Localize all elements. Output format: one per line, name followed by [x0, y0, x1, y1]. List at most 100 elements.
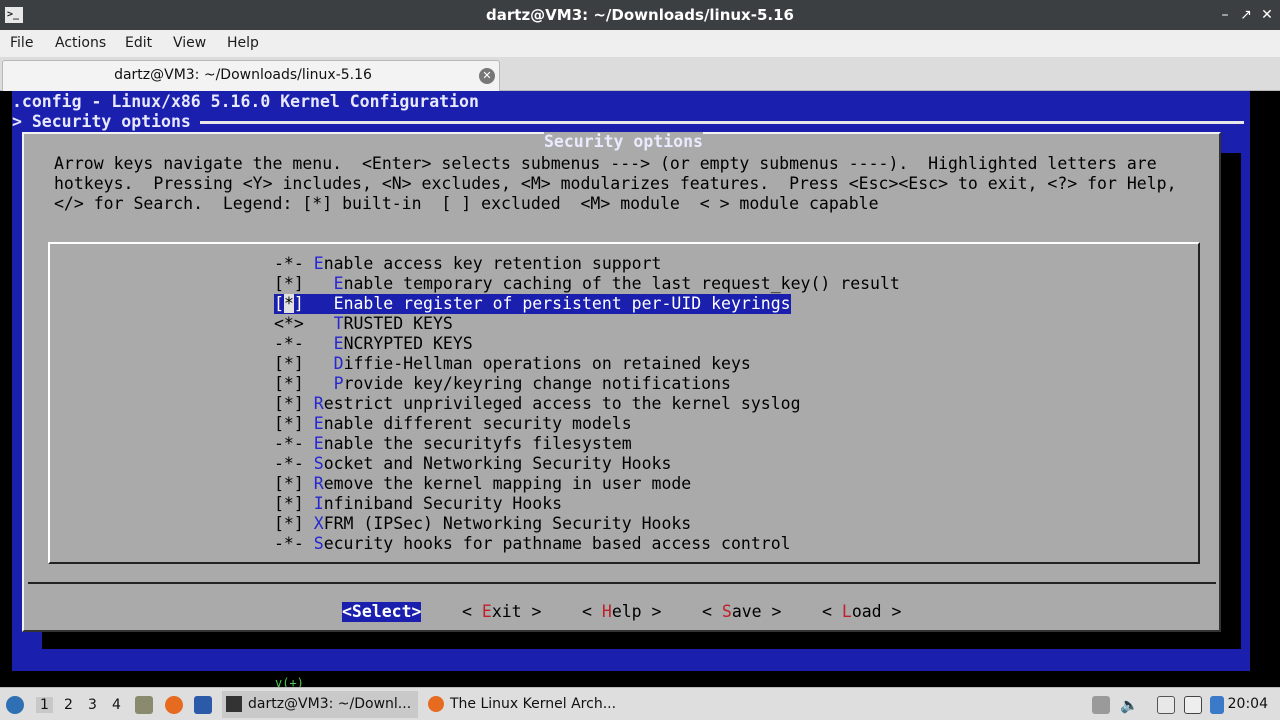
menu-list: -*- Enable access key retention support[…	[48, 242, 1200, 690]
item-hotkey: E	[333, 294, 344, 313]
firefox-task-icon	[428, 696, 444, 712]
menu-view[interactable]: View	[173, 35, 206, 51]
select-button[interactable]: <Select>	[342, 602, 422, 622]
item-hotkey: D	[333, 354, 344, 373]
minimize-icon[interactable]: –	[1216, 6, 1234, 24]
task-terminal[interactable]: dartz@VM3: ~/Downl...	[222, 691, 418, 718]
item-hotkey: P	[333, 374, 344, 393]
item-hotkey: I	[313, 494, 324, 513]
item-label: ocket and Networking Security Hooks	[323, 454, 672, 473]
item-state: [*]	[274, 274, 304, 293]
item-state: [*]	[274, 414, 304, 433]
item-label: nable different security models	[323, 414, 632, 433]
item-state: -*-	[274, 254, 304, 273]
menu-item[interactable]: -*- Enable access key retention support	[274, 254, 661, 274]
load-button[interactable]: < Load >	[822, 602, 902, 622]
item-hotkey: E	[313, 414, 324, 433]
item-label: nfiniband Security Hooks	[323, 494, 563, 513]
item-state: [*]	[274, 374, 304, 393]
menu-item[interactable]: -*- ENCRYPTED KEYS	[274, 334, 473, 354]
menu-item[interactable]: [*] Enable different security models	[274, 414, 632, 434]
terminal-area[interactable]: .config - Linux/x86 5.16.0 Kernel Config…	[0, 91, 1280, 690]
maximize-icon[interactable]: ↗	[1237, 6, 1255, 24]
item-label: rovide key/keyring change notifications	[343, 374, 731, 393]
start-menu-icon[interactable]	[6, 696, 24, 714]
tab-terminal[interactable]: dartz@VM3: ~/Downloads/linux-5.16 ✕	[2, 60, 500, 91]
clock: 20:04	[1227, 696, 1268, 712]
item-label: nable access key retention support	[323, 254, 662, 273]
item-state: -*-	[274, 534, 304, 553]
volume-icon[interactable]: 🔈	[1120, 696, 1139, 714]
breadcrumb: > Security options	[12, 112, 191, 131]
item-label: NCRYPTED KEYS	[343, 334, 473, 353]
item-state: -*-	[274, 454, 304, 473]
header-rule	[200, 121, 1244, 124]
desktop-icon[interactable]	[194, 696, 212, 714]
menu-item[interactable]: -*- Socket and Networking Security Hooks	[274, 454, 671, 474]
item-label: nable the securityfs filesystem	[323, 434, 632, 453]
dialog-shadow-bottom	[42, 632, 1241, 649]
terminal-task-icon	[226, 696, 242, 712]
menu-help[interactable]: Help	[227, 35, 259, 51]
menu-item[interactable]: [*] Restrict unprivileged access to the …	[274, 394, 801, 414]
item-state: -*-	[274, 334, 304, 353]
workspace-1[interactable]: 1	[36, 697, 53, 713]
item-hotkey: E	[313, 254, 324, 273]
button-separator	[28, 582, 1216, 584]
dialog-title: Security options	[544, 132, 703, 152]
dialog-shadow-right	[1221, 153, 1241, 649]
security-options-dialog: Security options Arrow keys navigate the…	[22, 132, 1221, 690]
item-label: FRM (IPSec) Networking Security Hooks	[323, 514, 692, 533]
item-label: iffie-Hellman operations on retained key…	[343, 354, 751, 373]
clipboard-icon[interactable]	[1157, 696, 1175, 714]
tab-bar: dartz@VM3: ~/Downloads/linux-5.16 ✕	[0, 57, 1280, 91]
help-text-line: hotkeys. Pressing <Y> includes, <N> excl…	[54, 174, 1177, 193]
tab-close-icon[interactable]: ✕	[479, 68, 495, 84]
workspace-2[interactable]: 2	[64, 697, 73, 713]
menubar: File Actions Edit View Help	[0, 30, 1280, 57]
menu-actions[interactable]: Actions	[55, 35, 106, 51]
item-hotkey: T	[333, 314, 344, 333]
menu-item[interactable]: [*] Infiniband Security Hooks	[274, 494, 562, 514]
menu-item[interactable]: [*] XFRM (IPSec) Networking Security Hoo…	[274, 514, 691, 534]
window-titlebar[interactable]: >_ dartz@VM3: ~/Downloads/linux-5.16 – ↗…	[0, 0, 1280, 30]
item-state: [*]	[274, 514, 304, 533]
item-label: nable register of persistent per-UID key…	[343, 294, 791, 313]
workspace-3[interactable]: 3	[88, 697, 97, 713]
close-icon[interactable]: ✕	[1258, 6, 1276, 24]
menu-item[interactable]: [*] Remove the kernel mapping in user mo…	[274, 474, 691, 494]
item-hotkey: X	[313, 514, 324, 533]
item-state: -*-	[274, 434, 304, 453]
menu-item[interactable]: -*- Enable the securityfs filesystem	[274, 434, 632, 454]
item-hotkey: E	[333, 274, 344, 293]
workspace-4[interactable]: 4	[112, 697, 121, 713]
menu-item[interactable]: [*] Diffie-Hellman operations on retaine…	[274, 354, 751, 374]
config-header: .config - Linux/x86 5.16.0 Kernel Config…	[12, 92, 479, 111]
item-label: estrict unprivileged access to the kerne…	[323, 394, 801, 413]
menu-item[interactable]: [*] Enable temporary caching of the last…	[274, 274, 900, 294]
exit-button[interactable]: < Exit >	[462, 602, 542, 622]
button-row: <Select> < Exit > < Help > < Save > < Lo…	[24, 602, 1219, 626]
menu-item[interactable]: <*> TRUSTED KEYS	[274, 314, 453, 334]
menu-item-selected[interactable]: [*] Enable register of persistent per-UI…	[274, 294, 791, 314]
updates-icon[interactable]	[1210, 696, 1224, 714]
save-button[interactable]: < Save >	[702, 602, 782, 622]
item-state: [*]	[274, 394, 304, 413]
item-hotkey: S	[313, 534, 324, 553]
taskbar: 1 2 3 4 dartz@VM3: ~/Downl... The Linux …	[0, 687, 1280, 720]
menu-item[interactable]: -*- Security hooks for pathname based ac…	[274, 534, 791, 554]
menu-edit[interactable]: Edit	[125, 35, 152, 51]
item-label: emove the kernel mapping in user mode	[323, 474, 692, 493]
firefox-icon[interactable]	[165, 696, 183, 714]
tray-up-icon[interactable]	[1092, 696, 1110, 714]
menu-file[interactable]: File	[10, 35, 33, 51]
task-firefox[interactable]: The Linux Kernel Arch...	[424, 691, 620, 718]
item-hotkey: R	[313, 474, 324, 493]
help-text-line: </> for Search. Legend: [*] built-in [ ]…	[54, 194, 879, 213]
window-title: dartz@VM3: ~/Downloads/linux-5.16	[486, 6, 794, 24]
network-icon[interactable]	[1184, 696, 1202, 714]
file-manager-icon[interactable]	[135, 696, 153, 714]
help-button[interactable]: < Help >	[582, 602, 662, 622]
item-hotkey: S	[313, 454, 324, 473]
menu-item[interactable]: [*] Provide key/keyring change notificat…	[274, 374, 731, 394]
